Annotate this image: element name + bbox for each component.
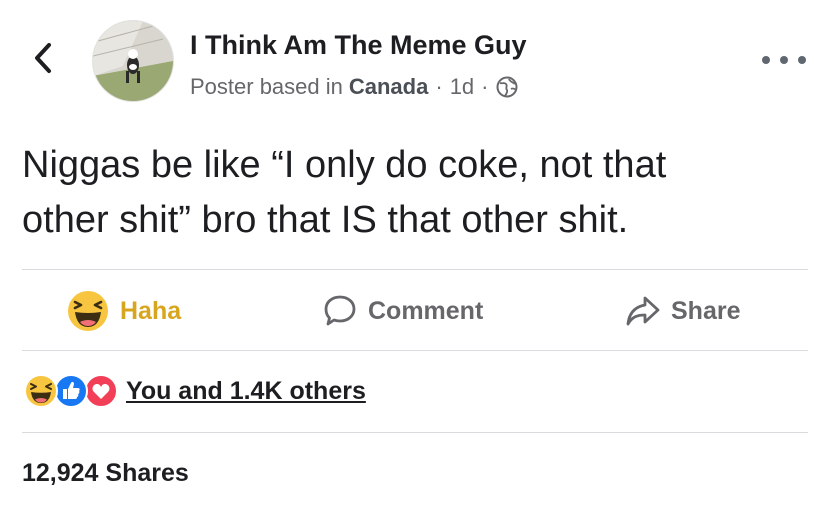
post-meta: Poster based in Canada · 1d · — [190, 74, 518, 100]
divider — [22, 269, 808, 270]
haha-icon — [24, 374, 58, 408]
location-label: Canada — [348, 74, 429, 99]
comment-button[interactable]: Comment — [322, 288, 483, 334]
post-body: Niggas be like “I only do coke, not that… — [22, 138, 812, 248]
back-chevron-icon — [35, 43, 51, 73]
more-dots-icon — [780, 56, 788, 64]
more-options-button[interactable] — [762, 48, 806, 72]
reaction-icons — [24, 374, 122, 408]
comment-label: Comment — [368, 296, 484, 325]
like-icon — [54, 374, 88, 408]
divider — [22, 432, 808, 433]
post-text-line-1: Niggas be like “I only do coke, not that — [22, 144, 667, 186]
post-text-line-2: other shit” bro that IS that other shit. — [22, 199, 629, 241]
reactions-summary[interactable]: You and 1.4K others — [24, 374, 366, 408]
divider — [22, 350, 808, 351]
haha-button[interactable]: Haha — [66, 288, 181, 334]
globe-icon — [496, 76, 517, 98]
more-dots-icon — [762, 56, 770, 64]
post-header: I Think Am The Meme Guy Poster based in … — [0, 0, 828, 118]
comment-icon — [324, 295, 356, 326]
shares-count[interactable]: 12,924 Shares — [22, 459, 189, 488]
avatar[interactable] — [92, 20, 174, 102]
meta-separator: · — [435, 74, 443, 99]
share-button[interactable]: Share — [625, 288, 740, 334]
avatar-image — [93, 21, 173, 101]
meta-prefix: Poster based in — [190, 74, 343, 99]
haha-label: Haha — [120, 296, 182, 325]
back-button[interactable] — [28, 40, 58, 76]
meta-separator-2: · — [481, 74, 489, 99]
reactions-count-link[interactable]: You and 1.4K others — [126, 377, 366, 406]
share-icon — [626, 296, 660, 326]
haha-icon — [68, 291, 108, 331]
more-dots-icon — [798, 56, 806, 64]
share-label: Share — [671, 296, 741, 325]
post-time[interactable]: 1d — [450, 74, 474, 100]
page-name[interactable]: I Think Am The Meme Guy — [190, 30, 527, 61]
love-icon — [84, 374, 118, 408]
